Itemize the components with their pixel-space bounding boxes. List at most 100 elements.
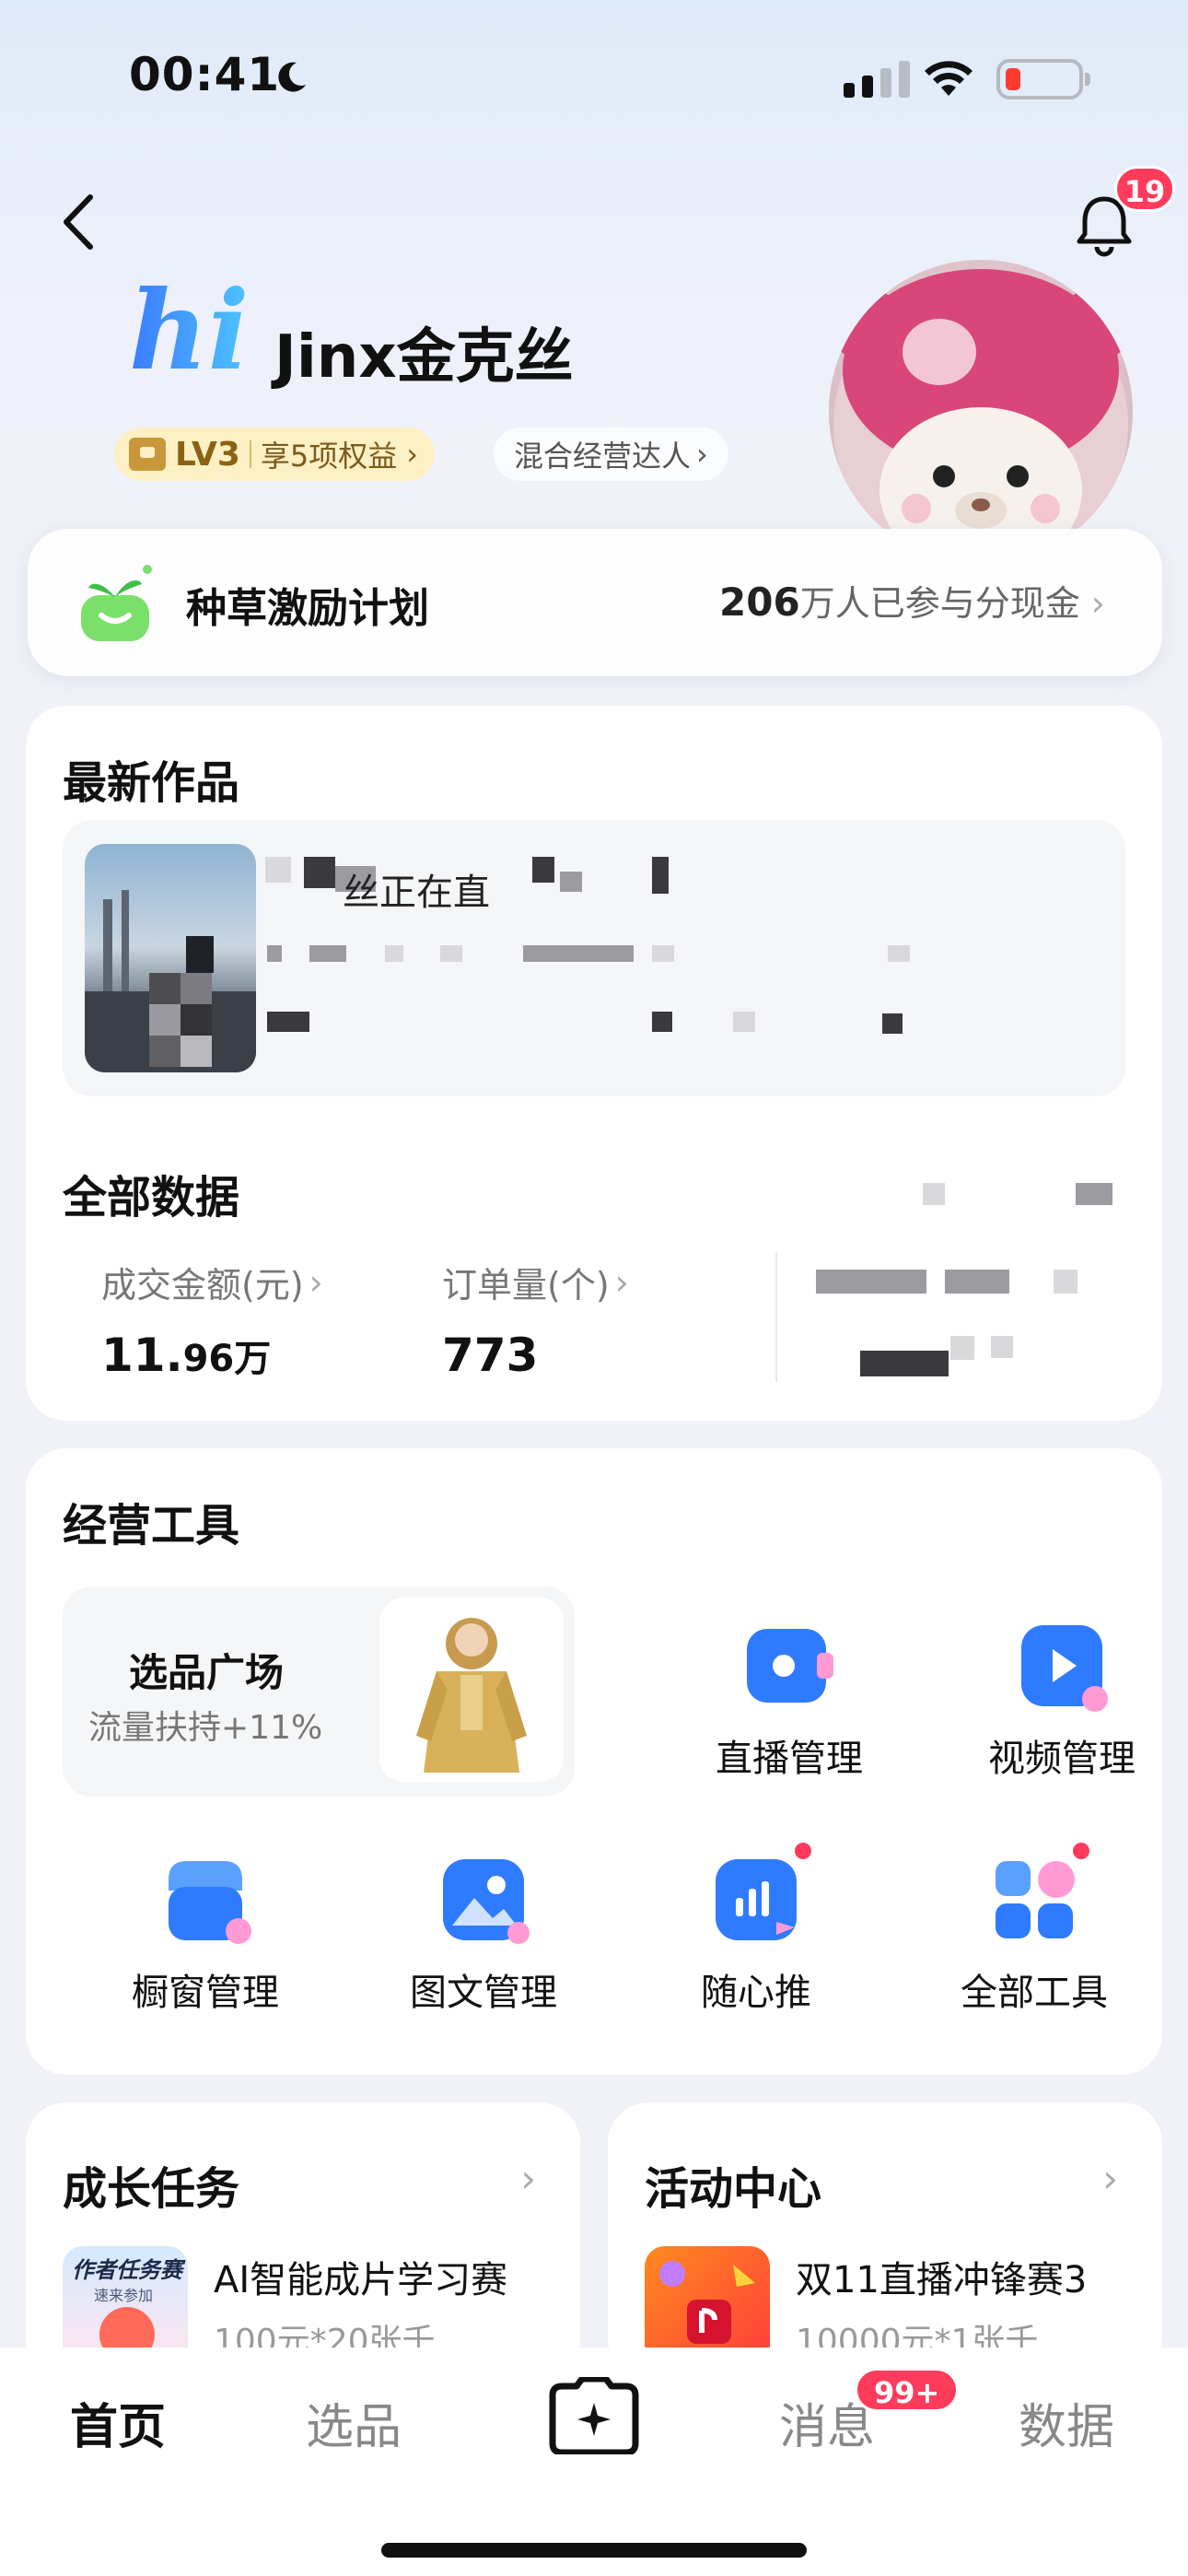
tool-showcase-management[interactable]: 橱窗管理 <box>99 1854 311 2016</box>
live-icon-graphic <box>747 1629 833 1703</box>
tab-home[interactable]: 首页 <box>70 2388 166 2457</box>
promote-icon-graphic <box>716 1859 797 1940</box>
avatar-bear-image <box>829 269 1133 564</box>
role-label: 混合经营达人 <box>514 439 692 474</box>
growth-tasks-card[interactable]: 成长任务 › 作者任务赛 速来参加 AI智能成片学习赛 100元*20张千 <box>26 2102 580 2379</box>
sprout-icon <box>81 565 152 641</box>
redacted-block <box>888 945 910 962</box>
tab-select[interactable]: 选品 <box>306 2388 402 2457</box>
market-subtitle: 流量扶持+11% <box>88 1709 323 1747</box>
chevron-right-icon: › <box>1090 583 1105 624</box>
work-thumbnail <box>85 844 256 1072</box>
redacted-block <box>1076 1183 1112 1205</box>
redacted-block <box>309 945 346 962</box>
orders-label[interactable]: 订单量(个) › <box>442 1257 629 1307</box>
works-data-card: 最新作品 丝正在直 全部数据 成交金额(元) › 11.96万 订单量(个) ›… <box>26 706 1162 1421</box>
chevron-right-icon: › <box>696 437 708 472</box>
works-title: 最新作品 <box>63 757 240 809</box>
task-image-text: 作者任务赛 <box>72 2257 182 2283</box>
avatar[interactable] <box>829 260 1133 564</box>
showcase-icon <box>159 1854 251 1946</box>
promote-icon <box>710 1843 811 1946</box>
hi-logo: hi <box>129 266 250 394</box>
notification-badge: 19 <box>1114 166 1175 212</box>
image-text-icon <box>437 1854 530 1946</box>
moon-icon <box>278 62 306 92</box>
image-text-icon-graphic <box>443 1859 530 1944</box>
tool-label: 直播管理 <box>716 1738 863 1780</box>
market-title: 选品广场 <box>129 1650 285 1695</box>
redacted-block <box>1054 1270 1077 1294</box>
activity-title: 活动中心 <box>645 2163 822 2215</box>
redacted-block <box>860 1351 949 1376</box>
tool-video-management[interactable]: 视频管理 <box>956 1620 1168 1782</box>
new-dot <box>795 1843 811 1859</box>
product-market-entry[interactable]: 选品广场 流量扶持+11% <box>63 1587 575 1797</box>
gmv-label[interactable]: 成交金额(元) › <box>101 1257 323 1307</box>
home-indicator <box>381 2543 807 2558</box>
task-image-sub: 速来参加 <box>94 2287 154 2304</box>
chevron-right-icon: › <box>406 437 419 472</box>
divider <box>249 440 251 468</box>
redacted-block <box>265 857 291 883</box>
live-icon <box>743 1620 835 1712</box>
redacted-block <box>882 1013 903 1034</box>
tool-label: 图文管理 <box>410 1972 557 2014</box>
video-icon-graphic <box>1021 1625 1108 1712</box>
new-dot <box>1073 1843 1089 1859</box>
market-product-image <box>379 1598 564 1782</box>
role-badge[interactable]: 混合经营达人 › <box>494 427 728 481</box>
all-tools-icon <box>988 1843 1089 1946</box>
incentive-title: 种草激励计划 <box>186 585 429 632</box>
redacted-block <box>523 945 634 962</box>
orders-label-text: 订单量(个) <box>442 1265 610 1306</box>
chevron-right-icon: › <box>309 1261 323 1303</box>
message-badge: 99+ <box>855 2368 960 2412</box>
orders-value: 773 <box>442 1329 539 1382</box>
product-figure <box>416 1618 527 1773</box>
bottom-tab-bar: 首页 选品 消息 99+ 数据 <box>0 2348 1188 2576</box>
level-label: LV3 <box>175 435 240 474</box>
tool-promote[interactable]: 随心推 <box>650 1843 862 2016</box>
work-title-text: 丝正在直 <box>343 872 490 914</box>
battery-icon <box>996 59 1090 100</box>
tool-label: 橱窗管理 <box>132 1972 279 2014</box>
video-icon <box>1016 1620 1108 1712</box>
redacted-block <box>950 1336 974 1360</box>
gmv-value: 11.96万 <box>101 1329 271 1382</box>
tool-live-management[interactable]: 直播管理 <box>683 1620 895 1782</box>
back-icon[interactable] <box>57 190 101 254</box>
tool-label: 全部工具 <box>961 1972 1108 2014</box>
redacted-block <box>945 1270 1009 1294</box>
incentive-count-text: 万人已参与分现金 <box>799 583 1080 624</box>
redacted-block <box>652 1012 672 1032</box>
redacted-block <box>267 945 282 962</box>
redacted-block <box>560 872 582 892</box>
activity-name: 双11直播冲锋赛3 <box>796 2259 1088 2301</box>
divider <box>775 1253 777 1382</box>
camera-create-icon[interactable] <box>549 2377 639 2454</box>
redacted-block <box>652 945 674 962</box>
level-badge[interactable]: LV3 享5项权益 › <box>114 427 436 481</box>
gmv-value-int: 11. <box>101 1329 183 1382</box>
work-thumbnail-image <box>85 890 256 1072</box>
showcase-icon-graphic <box>169 1861 251 1944</box>
incentive-stat: 206万人已参与分现金 › <box>719 575 1105 626</box>
growth-task-name: AI智能成片学习赛 <box>214 2259 508 2301</box>
tool-all-tools[interactable]: 全部工具 <box>928 1843 1140 2016</box>
chevron-right-icon: › <box>1102 2156 1118 2201</box>
latest-work-item[interactable]: 丝正在直 <box>63 820 1125 1096</box>
activity-center-card[interactable]: 活动中心 › 双11直播冲锋赛3 10000元*1张千 <box>608 2102 1162 2379</box>
chevron-right-icon: › <box>520 2156 536 2201</box>
incentive-plan-banner[interactable]: 种草激励计划 206万人已参与分现金 › <box>28 529 1162 676</box>
level-benefit: 享5项权益 <box>260 439 398 474</box>
tool-image-text-management[interactable]: 图文管理 <box>378 1854 589 2016</box>
redacted-block <box>532 857 554 883</box>
username: Jinx金克丝 <box>274 323 574 392</box>
redacted-block <box>816 1270 926 1294</box>
gmv-label-text: 成交金额(元) <box>101 1265 304 1306</box>
tab-data[interactable]: 数据 <box>1019 2388 1114 2457</box>
redacted-block <box>652 857 669 894</box>
redacted-block <box>923 1183 945 1205</box>
redacted-block <box>991 1336 1013 1358</box>
